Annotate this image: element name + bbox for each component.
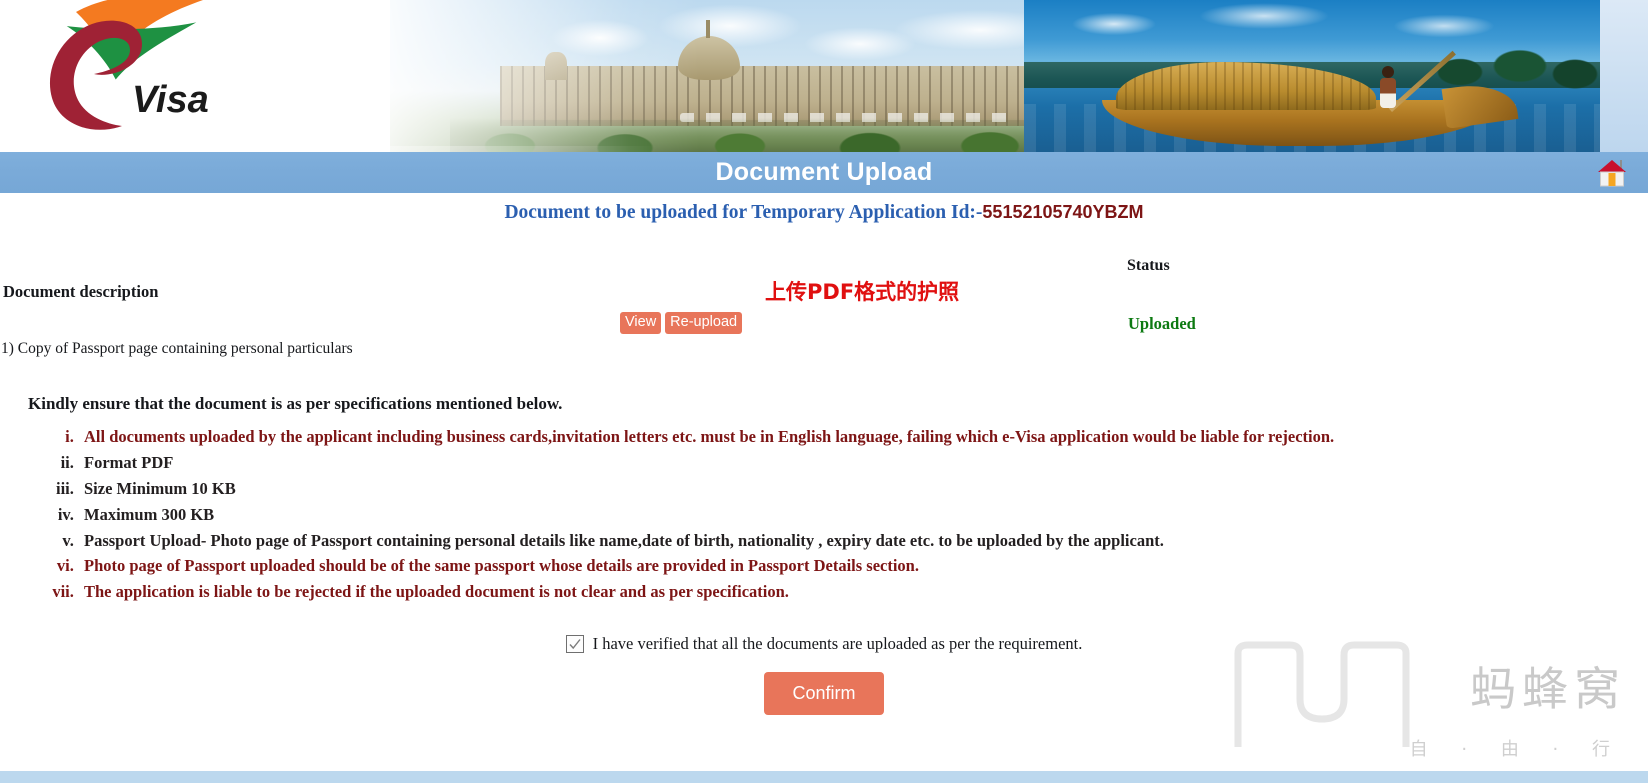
evisa-logo-graphic: Visa xyxy=(49,0,209,130)
boatman-figure xyxy=(1380,78,1396,108)
specifications-list: All documents uploaded by the applicant … xyxy=(0,424,1648,605)
spec-item-3: Size Minimum 10 KB xyxy=(78,476,1648,502)
description-column-header: Document description xyxy=(3,282,159,301)
document-table: Status Document description 上传PDF格式的护照 1… xyxy=(0,224,1648,357)
kerala-houseboat-photo xyxy=(1024,0,1600,152)
spec-item-1: All documents uploaded by the applicant … xyxy=(78,424,1648,450)
spec-item-7: The application is liable to be rejected… xyxy=(78,579,1648,605)
status-column-header: Status xyxy=(1127,257,1170,274)
checkmark-icon xyxy=(569,639,581,650)
spec-item-5: Passport Upload- Photo page of Passport … xyxy=(78,528,1648,554)
view-button[interactable]: View xyxy=(620,312,662,334)
application-id-value: 55152105740YBZM xyxy=(982,202,1144,222)
bottom-strip xyxy=(0,771,1648,783)
spec-item-4: Maximum 300 KB xyxy=(78,502,1648,528)
home-icon[interactable] xyxy=(1594,155,1630,191)
banner-right-edge xyxy=(1600,0,1648,152)
application-id-label: Document to be uploaded for Temporary Ap… xyxy=(504,202,983,223)
specifications-section: Kindly ensure that the document is as pe… xyxy=(0,342,1648,605)
boatman-head xyxy=(1382,66,1394,78)
chinese-annotation: 上传PDF格式的护照 xyxy=(765,280,960,304)
spec-item-2: Format PDF xyxy=(78,450,1648,476)
page-title-bar: Document Upload xyxy=(0,152,1648,193)
application-id-line: Document to be uploaded for Temporary Ap… xyxy=(0,193,1648,224)
home-icon-graphic xyxy=(1598,160,1626,187)
evisa-logo[interactable]: Visa xyxy=(36,0,246,150)
svg-text:Visa: Visa xyxy=(132,79,209,121)
reupload-button[interactable]: Re-upload xyxy=(665,312,743,334)
confirm-button[interactable]: Confirm xyxy=(764,672,884,716)
page-title: Document Upload xyxy=(715,158,933,186)
verify-checkbox-label: I have verified that all the documents a… xyxy=(592,634,1083,654)
document-action-buttons: View Re-upload xyxy=(620,312,743,334)
status-badge: Uploaded xyxy=(1128,314,1196,333)
verification-row: I have verified that all the documents a… xyxy=(0,634,1648,654)
table-row: 1) Copy of Passport page containing pers… xyxy=(1,340,353,357)
confirm-row: Confirm xyxy=(0,672,1648,716)
page-banner: Visa xyxy=(0,0,1648,152)
verify-checkbox[interactable] xyxy=(565,635,584,654)
page-content: Document to be uploaded for Temporary Ap… xyxy=(0,193,1648,716)
watermark-tagline: 自 · 由 · 行 xyxy=(1409,739,1624,760)
spec-item-6: Photo page of Passport uploaded should b… xyxy=(78,553,1648,579)
